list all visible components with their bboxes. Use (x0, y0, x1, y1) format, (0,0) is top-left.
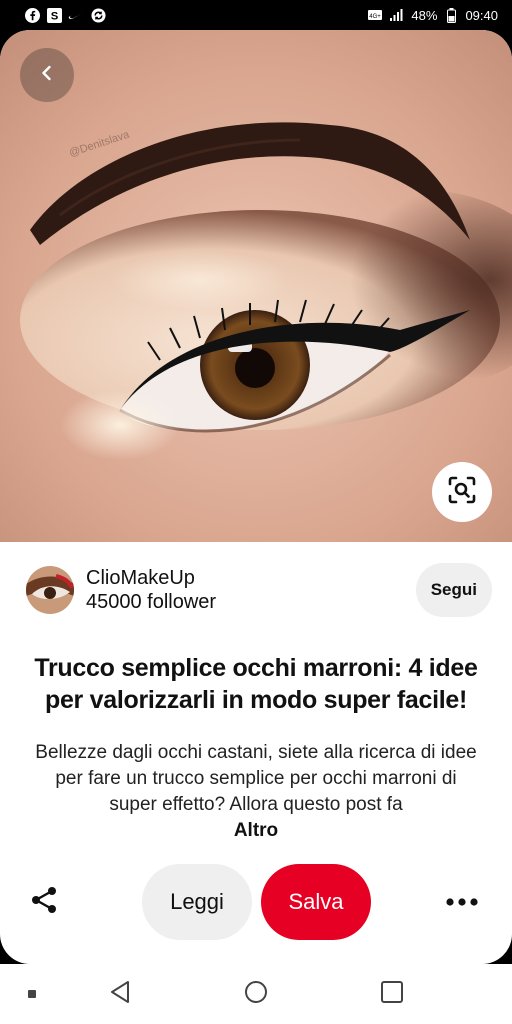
save-button[interactable]: Salva (261, 864, 371, 940)
system-nav-bar (0, 964, 512, 1024)
pin-title: Trucco semplice occhi marroni: 4 idee pe… (34, 654, 478, 714)
clock: 09:40 (465, 7, 498, 23)
creator-name[interactable]: ClioMakeUp (86, 566, 216, 590)
triangle-back-icon (109, 980, 131, 1009)
circle-home-icon (244, 980, 268, 1009)
avatar[interactable] (26, 566, 74, 614)
signal-icon (389, 7, 405, 23)
pin-description: Bellezze dagli occhi castani, siete alla… (35, 742, 477, 815)
visual-search-button[interactable] (432, 462, 492, 522)
more-options-button[interactable] (442, 884, 482, 920)
share-button[interactable] (24, 882, 64, 922)
follower-count: 45000 follower (86, 591, 217, 613)
follow-button[interactable]: Segui (415, 563, 492, 617)
eye-makeup-image (0, 30, 512, 542)
chevron-left-icon (37, 63, 57, 88)
status-left-icons: S (24, 7, 106, 23)
svg-text:4G+: 4G+ (370, 14, 382, 20)
square-recents-icon (381, 980, 403, 1008)
facebook-icon (24, 7, 40, 23)
read-button[interactable]: Leggi (142, 864, 252, 940)
nav-dot-button[interactable] (26, 988, 38, 1000)
back-button[interactable] (20, 48, 74, 102)
svg-text:S: S (50, 10, 58, 22)
visual-search-icon (447, 475, 477, 510)
share-icon (29, 885, 59, 920)
more-dots-icon (446, 893, 478, 911)
volte-icon: 4G+ (367, 7, 383, 23)
s-app-icon: S (46, 7, 62, 23)
nav-recents-button[interactable] (378, 980, 406, 1008)
creator-row: ClioMakeUp 45000 follower Segui (26, 560, 492, 620)
status-right: 4G+ 48% 09:40 (367, 7, 498, 23)
nav-home-button[interactable] (242, 980, 270, 1008)
nike-icon (68, 7, 84, 23)
action-bar: Leggi Salva (0, 864, 512, 940)
status-bar: S 4G+ 48% 09:40 (0, 0, 512, 30)
battery-icon (443, 7, 459, 23)
pin-image[interactable]: @Denitslava (0, 30, 512, 542)
more-link[interactable]: Altro (0, 820, 512, 842)
pin-card: @Denitslava ClioMakeUp 45000 follower Se… (0, 30, 512, 964)
nav-back-button[interactable] (106, 980, 134, 1008)
sync-icon (90, 7, 106, 23)
battery-percent: 48% (411, 7, 438, 23)
